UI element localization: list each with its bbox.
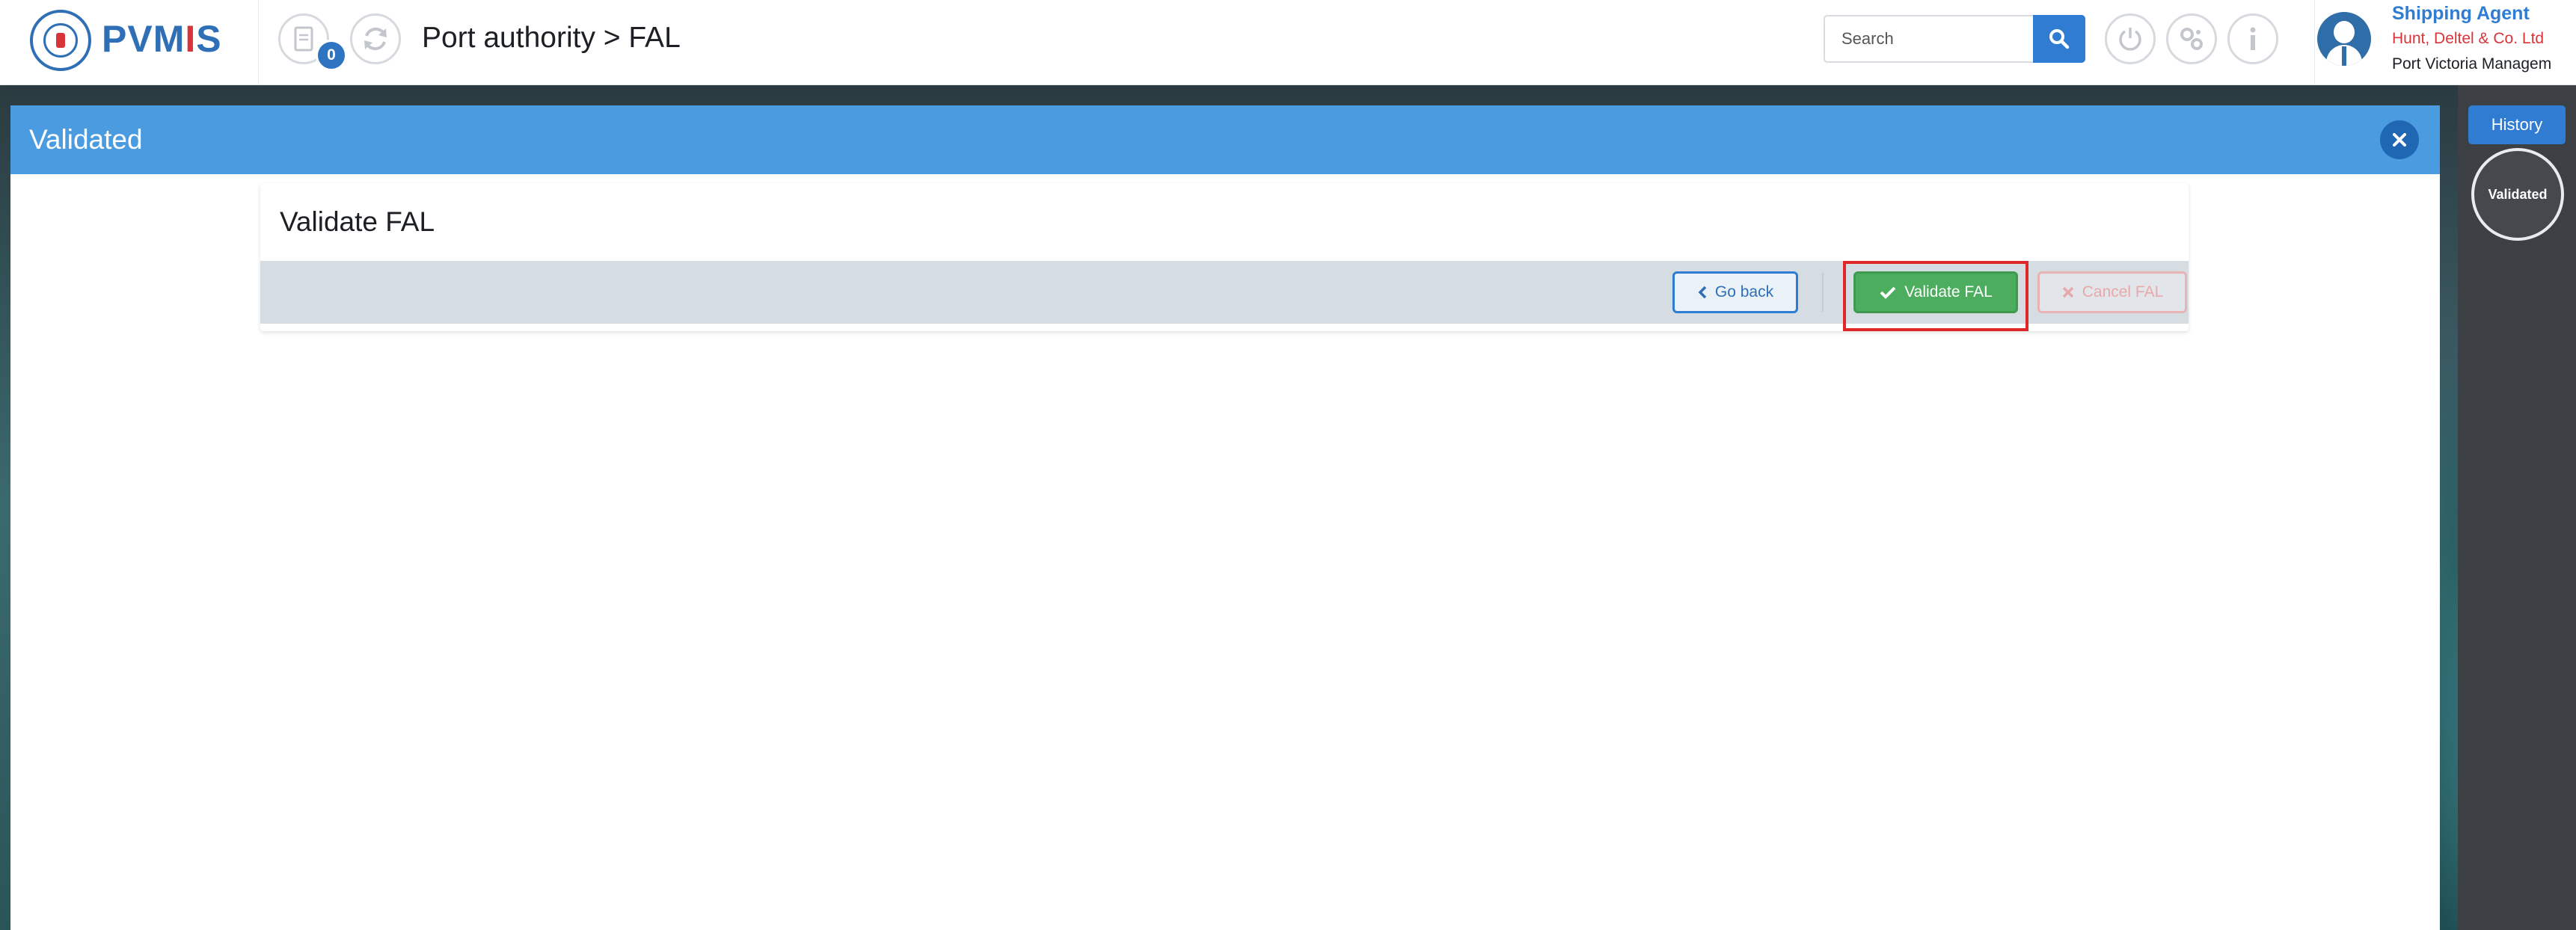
search-button[interactable] [2033, 15, 2085, 63]
chevron-left-icon [1698, 286, 1707, 299]
user-organization: Port Victoria Managem [2392, 55, 2552, 73]
search-input[interactable] [1824, 15, 2034, 63]
settings-button[interactable] [2166, 13, 2217, 64]
logo-emblem-icon [30, 10, 91, 71]
power-button[interactable] [2105, 13, 2156, 64]
history-button[interactable]: History [2468, 105, 2566, 144]
status-validated[interactable]: Validated [2471, 148, 2564, 241]
card-title: Validate FAL [280, 206, 435, 237]
card-actions: Go back Validate FAL Cancel FAL [260, 261, 2189, 331]
page-title: Port authority > FAL [422, 22, 681, 54]
refresh-button[interactable] [350, 13, 401, 64]
refresh-icon [364, 27, 387, 51]
highlight-box [1843, 261, 2028, 331]
go-back-label: Go back [1714, 283, 1774, 301]
modal-dialog: Validated Validate FAL Go back Validate [10, 105, 2440, 930]
settings-icon [2180, 28, 2203, 50]
document-icon [294, 26, 313, 52]
modal-header: Validated [10, 105, 2440, 174]
logo-area[interactable]: PVMIS [0, 0, 259, 85]
user-role[interactable]: Shipping Agent [2392, 3, 2530, 25]
go-back-button[interactable]: Go back [1672, 271, 1798, 313]
background-edge [0, 85, 10, 930]
user-company: Hunt, Deltel & Co. Ltd [2392, 30, 2545, 47]
action-divider [1822, 273, 1824, 312]
logo-text: PVMIS [102, 18, 222, 60]
user-avatar-icon[interactable] [2317, 12, 2371, 66]
cancel-fal-button[interactable]: Cancel FAL [2037, 271, 2187, 313]
search-icon [2049, 29, 2070, 49]
info-icon [2250, 27, 2256, 50]
close-icon [2393, 133, 2406, 147]
notification-badge: 0 [316, 40, 347, 71]
power-icon [2119, 28, 2141, 51]
modal-title: Validated [29, 124, 143, 155]
validate-card: Validate FAL Go back Validate FAL Cancel… [260, 183, 2189, 331]
info-button[interactable] [2227, 13, 2278, 64]
cancel-fal-label: Cancel FAL [2082, 283, 2164, 301]
modal-close-button[interactable] [2380, 120, 2419, 159]
x-icon [2062, 286, 2073, 298]
